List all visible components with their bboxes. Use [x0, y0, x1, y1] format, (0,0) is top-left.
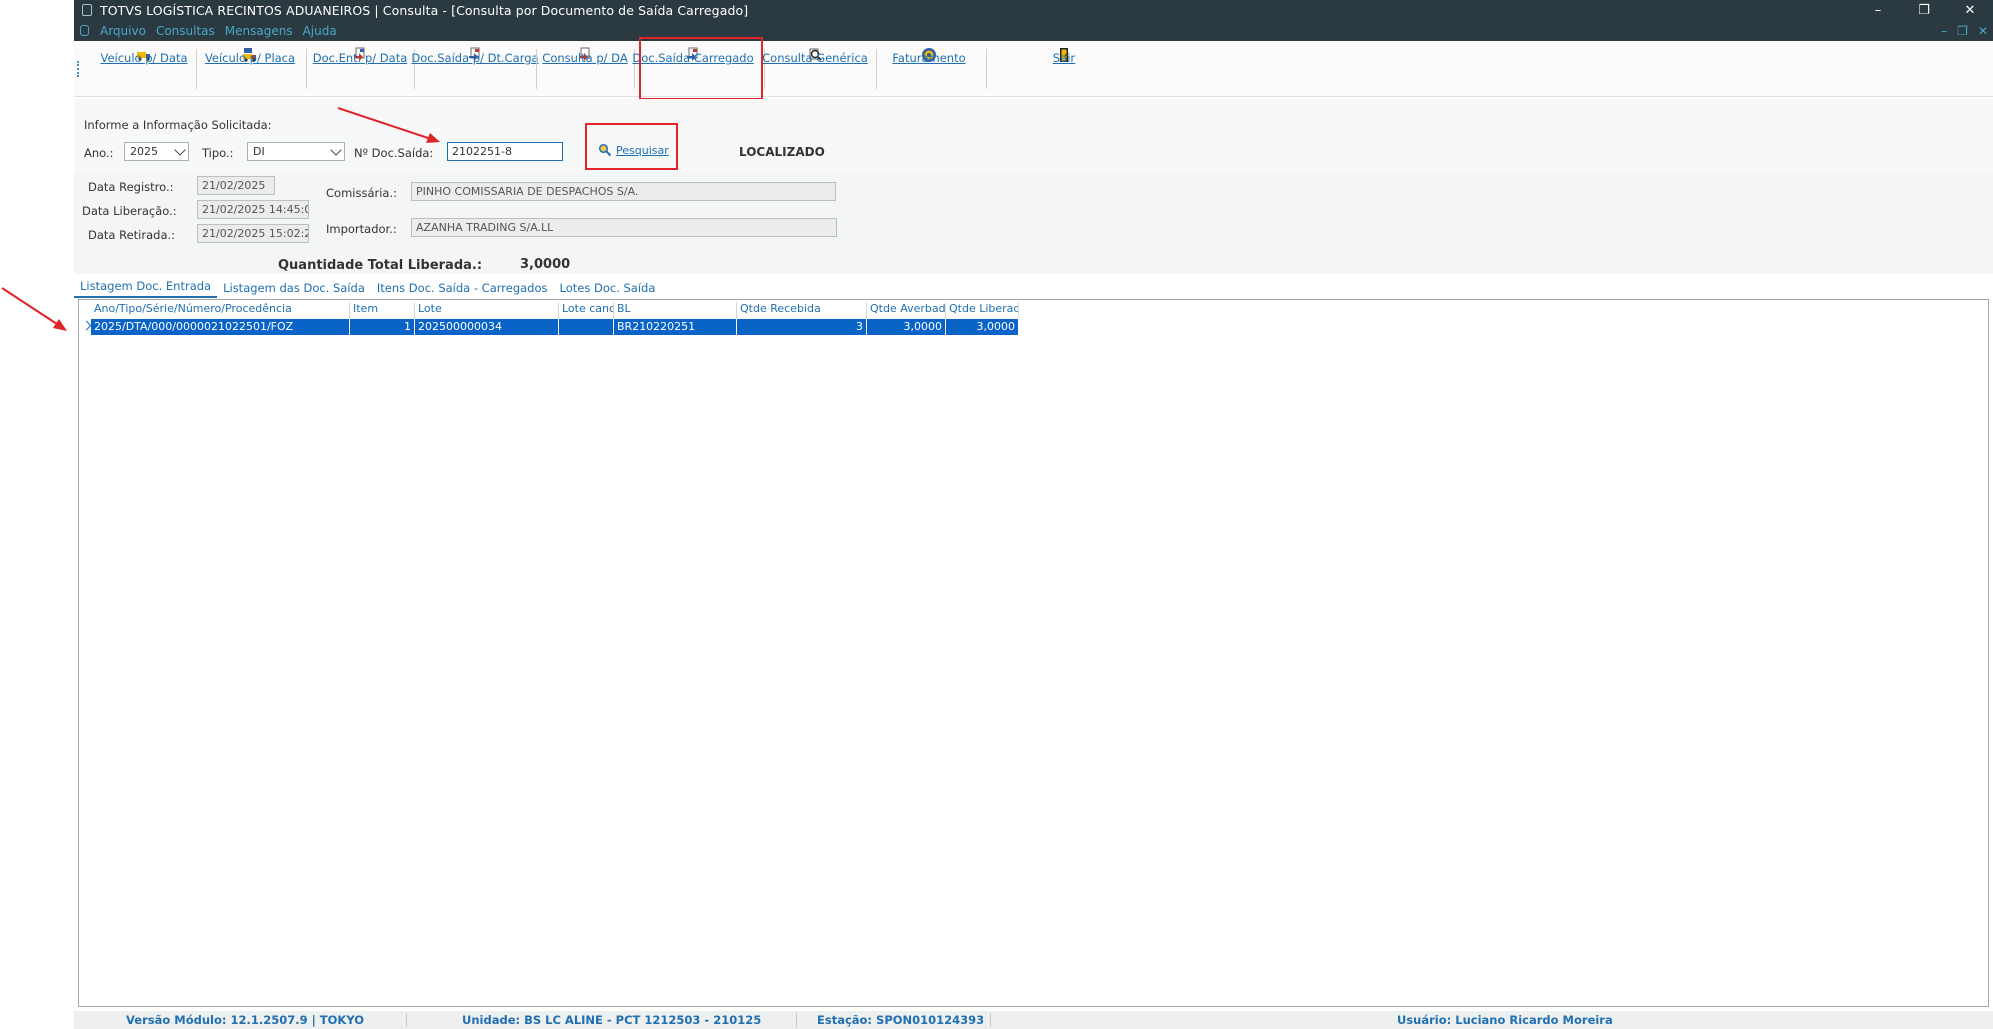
faturamento-button[interactable]: Faturamento	[882, 47, 976, 91]
highlight-box-toolbar	[639, 37, 763, 100]
column-header[interactable]: Qtde Liberada	[946, 302, 1019, 318]
cell-lote[interactable]: 202500000034	[415, 319, 559, 335]
status-separator	[796, 1013, 797, 1027]
database-icon	[80, 25, 89, 36]
cell-procedencia[interactable]: 2025/DTA/000/0000021022501/FOZ	[91, 319, 350, 335]
comissaria-field: PINHO COMISSARIA DE DESPACHOS S/A.	[411, 182, 836, 201]
tipo-select[interactable]: DI	[247, 142, 345, 161]
tab-lotes-doc-saida[interactable]: Lotes Doc. Saída	[554, 278, 662, 298]
qtd-total-label: Quantidade Total Liberada.:	[278, 258, 483, 273]
data-registro-field: 21/02/2025	[197, 176, 275, 195]
ano-label: Ano.:	[84, 146, 114, 160]
highlight-box-search	[585, 123, 678, 170]
status-separator	[406, 1013, 407, 1027]
menu-mensagens[interactable]: Mensagens	[225, 24, 293, 38]
sair-button[interactable]: Sair	[1034, 47, 1094, 91]
window-controls: – ❐ ✕	[1855, 0, 1993, 20]
status-localizado: LOCALIZADO	[739, 145, 825, 159]
status-bar: Versão Módulo: 12.1.2507.9 | TOKYO Unida…	[74, 1011, 1993, 1029]
comissaria-label: Comissária.:	[326, 186, 397, 200]
column-header[interactable]: Ano/Tipo/Série/Número/Procedência	[91, 302, 350, 318]
details-panel: Data Registro.: 21/02/2025 Data Liberaçã…	[74, 173, 1993, 274]
tab-bar: Listagem Doc. Entrada Listagem das Doc. …	[74, 276, 1993, 298]
column-header[interactable]: Lote canc.	[559, 302, 614, 318]
database-icon	[82, 4, 92, 16]
table-row[interactable]: 2025/DTA/000/0000021022501/FOZ 1 2025000…	[91, 319, 1019, 335]
toolbar-separator	[306, 49, 307, 89]
status-unidade: Unidade: BS LC ALINE - PCT 1212503 - 210…	[462, 1013, 762, 1027]
toolbar-separator	[196, 49, 197, 89]
menu-arquivo[interactable]: Arquivo	[100, 24, 146, 38]
menu-ajuda[interactable]: Ajuda	[303, 24, 337, 38]
veiculo-data-button[interactable]: Veículo p/ Data	[96, 47, 192, 91]
window-title: TOTVS LOGÍSTICA RECINTOS ADUANEIROS | Co…	[100, 2, 749, 18]
status-usuario: Usuário: Luciano Ricardo Moreira	[1397, 1013, 1613, 1027]
doc-saida-input[interactable]: 2102251-8	[447, 142, 563, 161]
restore-icon[interactable]: ❐	[1901, 0, 1947, 20]
close-icon[interactable]: ✕	[1947, 0, 1993, 20]
column-header[interactable]: Qtde Recebida	[737, 302, 867, 318]
mdi-close-icon[interactable]: ✕	[1978, 24, 1988, 38]
data-retirada-label: Data Retirada.:	[88, 228, 176, 242]
consulta-generica-button[interactable]: Consulta Genérica	[762, 47, 868, 91]
minimize-icon[interactable]: –	[1855, 0, 1901, 20]
cell-qtde-liberada[interactable]: 3,0000	[946, 319, 1019, 335]
mdi-restore-icon[interactable]: ❐	[1957, 24, 1968, 38]
column-header[interactable]: Lote	[415, 302, 559, 318]
tab-itens-doc-saida[interactable]: Itens Doc. Saída - Carregados	[371, 278, 554, 298]
veiculo-placa-button[interactable]: Veículo p/ Placa	[202, 47, 298, 91]
column-header[interactable]: Qtde Averbada	[867, 302, 946, 318]
grid-header: Ano/Tipo/Série/Número/Procedência Item L…	[91, 302, 1019, 318]
data-grid[interactable]: Ano/Tipo/Série/Número/Procedência Item L…	[78, 299, 1989, 1007]
ano-select[interactable]: 2025	[124, 142, 189, 161]
mdi-controls: – ❐ ✕	[1936, 20, 1993, 41]
chevron-down-icon	[330, 144, 342, 156]
column-header[interactable]: Item	[350, 302, 415, 318]
cell-lote-canc[interactable]	[559, 319, 614, 335]
importador-label: Importador.:	[326, 222, 397, 236]
cell-qtde-recebida[interactable]: 3	[737, 319, 867, 335]
status-estacao: Estação: SPON010124393	[817, 1013, 985, 1027]
column-header[interactable]: BL	[614, 302, 737, 318]
importador-field: AZANHA TRADING S/A.LL	[411, 218, 837, 237]
cell-qtde-averbada[interactable]: 3,0000	[867, 319, 946, 335]
chevron-down-icon	[174, 144, 186, 156]
search-panel: Informe a Informação Solicitada: Ano.: 2…	[74, 99, 1993, 173]
qtd-total-value: 3,0000	[520, 257, 571, 272]
status-separator	[990, 1013, 991, 1027]
row-indicator-icon	[81, 320, 92, 331]
menu-bar: Arquivo Consultas Mensagens Ajuda – ❐ ✕	[74, 20, 1993, 41]
status-versao: Versão Módulo: 12.1.2507.9 | TOKYO	[126, 1013, 365, 1027]
data-registro-label: Data Registro.:	[88, 180, 174, 194]
title-bar: TOTVS LOGÍSTICA RECINTOS ADUANEIROS | Co…	[74, 0, 1993, 20]
toolbar-separator	[986, 49, 987, 89]
toolbar: Veículo p/ Data Veículo p/ Placa Doc.Ent…	[74, 41, 1993, 97]
toolbar-separator	[536, 49, 537, 89]
doc-ent-data-button[interactable]: Doc.Ent. p/ Data	[312, 47, 408, 91]
doc-saida-dtcarga-button[interactable]: Doc.Saída p/ Dt.Carga	[411, 47, 539, 91]
data-retirada-field: 21/02/2025 15:02:20	[197, 224, 309, 243]
toolbar-grip[interactable]	[77, 61, 79, 77]
data-liberacao-field: 21/02/2025 14:45:00	[197, 200, 309, 219]
consulta-da-button[interactable]: Consulta p/ DA	[542, 47, 628, 91]
tab-listagem-doc-entrada[interactable]: Listagem Doc. Entrada	[74, 276, 218, 298]
menu-consultas[interactable]: Consultas	[156, 24, 215, 38]
mdi-minimize-icon[interactable]: –	[1941, 24, 1947, 38]
annotation-arrow-icon	[1, 287, 67, 331]
section-label: Informe a Informação Solicitada:	[84, 118, 272, 132]
cell-item[interactable]: 1	[350, 319, 415, 335]
data-liberacao-label: Data Liberação.:	[82, 204, 177, 218]
tab-listagem-doc-saida[interactable]: Listagem das Doc. Saída	[217, 278, 371, 298]
doc-saida-label: Nº Doc.Saída:	[354, 146, 434, 160]
toolbar-separator	[876, 49, 877, 89]
cell-bl[interactable]: BR210220251	[614, 319, 737, 335]
tipo-label: Tipo.:	[202, 146, 234, 160]
